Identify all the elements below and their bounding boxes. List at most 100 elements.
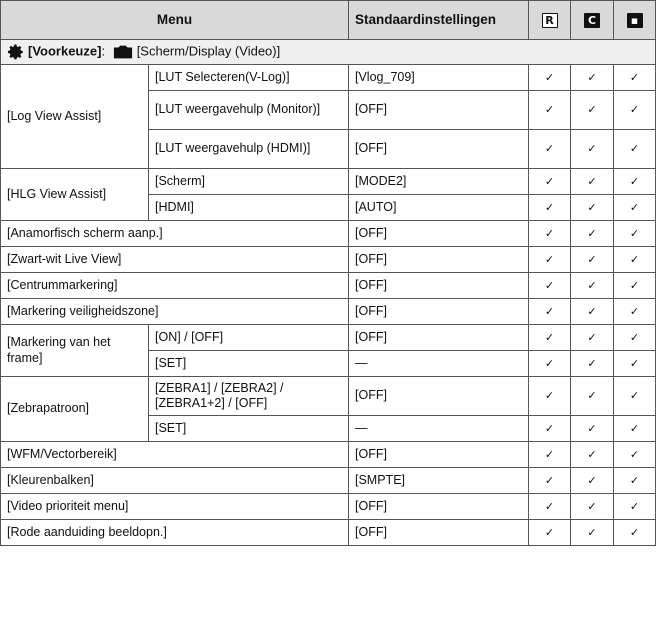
check-mark: ✓ <box>570 324 614 351</box>
default-value: [OFF] <box>348 246 529 273</box>
row-label: [Kleurenbalken] <box>0 467 349 494</box>
restore-icon: R <box>541 12 558 28</box>
check-mark: ✓ <box>613 194 656 221</box>
check-mark: ✓ <box>528 194 571 221</box>
gear-icon <box>7 44 23 60</box>
check-mark: ✓ <box>528 415 571 442</box>
check-mark: ✓ <box>613 246 656 273</box>
check-mark: ✓ <box>528 64 571 91</box>
check-mark: ✓ <box>613 350 656 377</box>
check-mark: ✓ <box>613 220 656 247</box>
section-group-label: [Voorkeuze] <box>28 43 102 59</box>
check-mark: ✓ <box>528 246 571 273</box>
check-mark: ✓ <box>570 376 614 416</box>
check-mark: ✓ <box>570 90 614 130</box>
table-row: [Kleurenbalken] [SMPTE] ✓ ✓ ✓ <box>0 467 656 494</box>
check-mark: ✓ <box>528 129 571 169</box>
default-value: [OFF] <box>348 519 529 546</box>
check-mark: ✓ <box>613 441 656 468</box>
check-mark: ✓ <box>613 493 656 520</box>
check-mark: ✓ <box>528 168 571 195</box>
default-value: [MODE2] <box>348 168 529 195</box>
check-mark: ✓ <box>528 350 571 377</box>
check-mark: ✓ <box>528 493 571 520</box>
check-mark: ✓ <box>528 467 571 494</box>
default-value: [OFF] <box>348 90 529 130</box>
row-label: [Log View Assist] <box>0 64 149 169</box>
check-mark: ✓ <box>613 467 656 494</box>
check-mark: ✓ <box>528 441 571 468</box>
default-value: [OFF] <box>348 441 529 468</box>
check-mark: ✓ <box>570 220 614 247</box>
row-label: [Centrummarkering] <box>0 272 349 299</box>
header-defaults: Standaardinstellingen <box>348 0 529 40</box>
sub-label: [LUT weergavehulp (HDMI)] <box>148 129 349 169</box>
row-label: [HLG View Assist] <box>0 168 149 221</box>
check-mark: ✓ <box>570 272 614 299</box>
header-row: Menu Standaardinstellingen R C ▪ <box>0 0 656 40</box>
sub-label: [ZEBRA1] / [ZEBRA2] / [ZEBRA1+2] / [OFF] <box>148 376 349 416</box>
check-mark: ✓ <box>570 350 614 377</box>
row-label: [Markering van het frame] <box>0 324 149 377</box>
check-mark: ✓ <box>570 168 614 195</box>
table-row: [Markering van het frame] [ON] / [OFF] [… <box>0 324 656 377</box>
table-row: [HLG View Assist] [Scherm] [MODE2] ✓ ✓ ✓ <box>0 168 656 221</box>
check-mark: ✓ <box>570 519 614 546</box>
sub-label: [SET] <box>148 350 349 377</box>
default-value: [OFF] <box>348 376 529 416</box>
table-row: [WFM/Vectorbereik] [OFF] ✓ ✓ ✓ <box>0 441 656 468</box>
check-mark: ✓ <box>570 298 614 325</box>
row-label: [Zwart-wit Live View] <box>0 246 349 273</box>
header-icon-3: ▪ <box>613 0 656 40</box>
table-row: [Markering veiligheidszone] [OFF] ✓ ✓ ✓ <box>0 298 656 325</box>
check-mark: ✓ <box>570 493 614 520</box>
check-mark: ✓ <box>570 441 614 468</box>
header-menu: Menu <box>0 0 349 40</box>
default-value: [OFF] <box>348 324 529 351</box>
check-mark: ✓ <box>613 298 656 325</box>
check-mark: ✓ <box>570 194 614 221</box>
table-row: [Centrummarkering] [OFF] ✓ ✓ ✓ <box>0 272 656 299</box>
check-mark: ✓ <box>528 376 571 416</box>
sub-label: [LUT Selecteren(V-Log)] <box>148 64 349 91</box>
check-mark: ✓ <box>570 129 614 169</box>
check-mark: ✓ <box>528 298 571 325</box>
row-label: [Video prioriteit menu] <box>0 493 349 520</box>
check-mark: ✓ <box>613 90 656 130</box>
check-mark: ✓ <box>613 129 656 169</box>
custom-copy-icon: C <box>584 12 600 28</box>
check-mark: ✓ <box>528 220 571 247</box>
table-row: [Rode aanduiding beeldopn.] [OFF] ✓ ✓ ✓ <box>0 519 656 546</box>
check-mark: ✓ <box>570 64 614 91</box>
sub-label: [HDMI] <box>148 194 349 221</box>
table-row: [Video prioriteit menu] [OFF] ✓ ✓ ✓ <box>0 493 656 520</box>
check-mark: ✓ <box>613 324 656 351</box>
row-label: [Zebrapatroon] <box>0 376 149 442</box>
check-mark: ✓ <box>528 90 571 130</box>
check-mark: ✓ <box>613 519 656 546</box>
check-mark: ✓ <box>613 168 656 195</box>
default-value: [OFF] <box>348 298 529 325</box>
section-cell: [Voorkeuze]: [Scherm/Display (Video)] <box>0 39 656 65</box>
check-mark: ✓ <box>613 415 656 442</box>
sub-label: [SET] <box>148 415 349 442</box>
default-value: [SMPTE] <box>348 467 529 494</box>
check-mark: ✓ <box>613 64 656 91</box>
default-value: [AUTO] <box>348 194 529 221</box>
check-mark: ✓ <box>613 376 656 416</box>
sub-label: [ON] / [OFF] <box>148 324 349 351</box>
check-mark: ✓ <box>528 272 571 299</box>
default-value: [OFF] <box>348 272 529 299</box>
section-page-label: [Scherm/Display (Video)] <box>136 43 281 59</box>
table-row: [Zwart-wit Live View] [OFF] ✓ ✓ ✓ <box>0 246 656 273</box>
header-icon-2: C <box>570 0 614 40</box>
default-value: [OFF] <box>348 129 529 169</box>
settings-table: Menu Standaardinstellingen R C ▪ [Voorke… <box>0 0 656 546</box>
section-row: [Voorkeuze]: [Scherm/Display (Video)] <box>0 39 656 65</box>
default-value: — <box>348 350 529 377</box>
save-icon: ▪ <box>626 12 643 28</box>
row-label: [Anamorfisch scherm aanp.] <box>0 220 349 247</box>
table-row: [Log View Assist] [LUT Selecteren(V-Log)… <box>0 64 656 169</box>
row-label: [WFM/Vectorbereik] <box>0 441 349 468</box>
section-separator: : <box>101 43 106 59</box>
